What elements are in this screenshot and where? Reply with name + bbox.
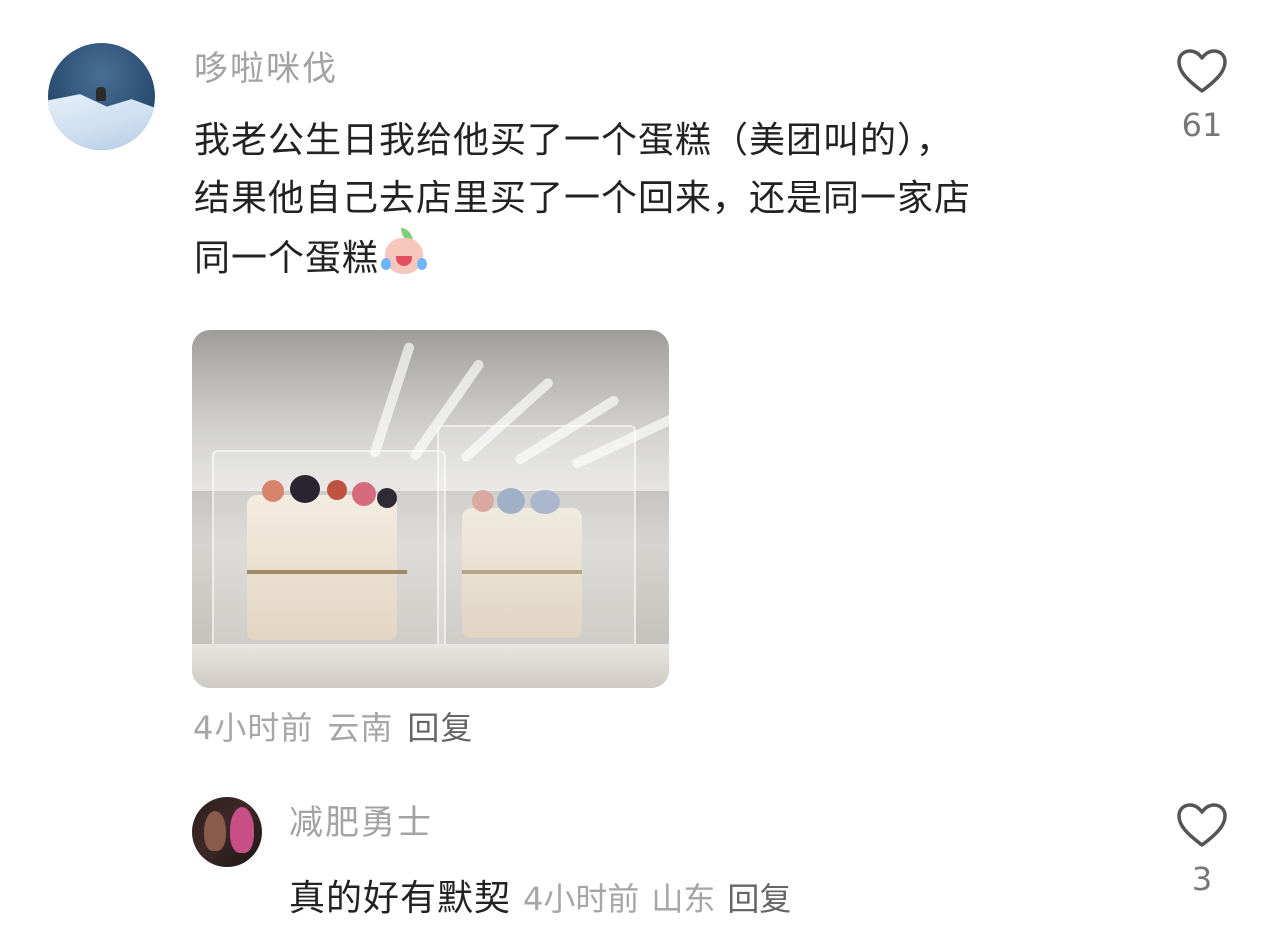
comment-username[interactable]: 哆啦咪伐 bbox=[194, 52, 338, 86]
heart-outline-icon[interactable] bbox=[1176, 48, 1228, 94]
comment-meta: 4小时前 云南 回复 bbox=[193, 712, 487, 744]
cake-topping bbox=[472, 490, 494, 512]
reply-username[interactable]: 减肥勇士 bbox=[289, 806, 433, 840]
crying-laughing-emoji-icon bbox=[379, 228, 429, 278]
reply-like-button[interactable]: 3 bbox=[1172, 802, 1232, 898]
reply-content: 真的好有默契 4小时前 山东 回复 bbox=[289, 869, 803, 921]
comment-text-line-1: 我老公生日我给他买了一个蛋糕（美团叫的）， bbox=[194, 120, 954, 161]
comment-location: 云南 bbox=[327, 709, 394, 747]
comment-photo[interactable] bbox=[192, 330, 669, 688]
reply-like-count: 3 bbox=[1191, 860, 1213, 898]
photo-tray bbox=[192, 644, 669, 688]
cake-topping bbox=[497, 488, 525, 514]
comment-time: 4小时前 bbox=[193, 709, 314, 747]
reply-location: 山东 bbox=[651, 880, 716, 918]
cake-topping bbox=[262, 480, 284, 502]
reply-time: 4小时前 bbox=[523, 880, 640, 918]
cake-right-band bbox=[462, 570, 582, 574]
reply-meta: 4小时前 山东 回复 bbox=[523, 880, 803, 918]
cake-left-band bbox=[247, 570, 407, 574]
cake-topping bbox=[290, 475, 320, 503]
cake-topping bbox=[327, 480, 347, 500]
cake-topping bbox=[377, 488, 397, 508]
avatar-person bbox=[230, 807, 254, 853]
avatar-person bbox=[204, 811, 226, 851]
reply-button[interactable]: 回复 bbox=[407, 709, 473, 747]
like-button[interactable]: 61 bbox=[1172, 48, 1232, 144]
cake-left bbox=[247, 495, 397, 640]
comment-text-line-2: 结果他自己去店里买了一个回来，还是同一家店 bbox=[194, 178, 972, 219]
avatar-figure bbox=[96, 87, 106, 101]
like-count: 61 bbox=[1181, 106, 1223, 144]
cake-topping bbox=[530, 490, 560, 514]
cake-topping bbox=[352, 482, 376, 506]
comment-text: 我老公生日我给他买了一个蛋糕（美团叫的）， 结果他自己去店里买了一个回来，还是同… bbox=[194, 112, 1134, 288]
heart-outline-icon[interactable] bbox=[1176, 802, 1228, 848]
reply-reply-button[interactable]: 回复 bbox=[727, 880, 791, 918]
avatar[interactable] bbox=[48, 43, 155, 150]
reply-avatar[interactable] bbox=[192, 797, 262, 867]
reply-text: 真的好有默契 bbox=[289, 878, 512, 919]
comment-text-line-3: 同一个蛋糕 bbox=[194, 238, 380, 279]
